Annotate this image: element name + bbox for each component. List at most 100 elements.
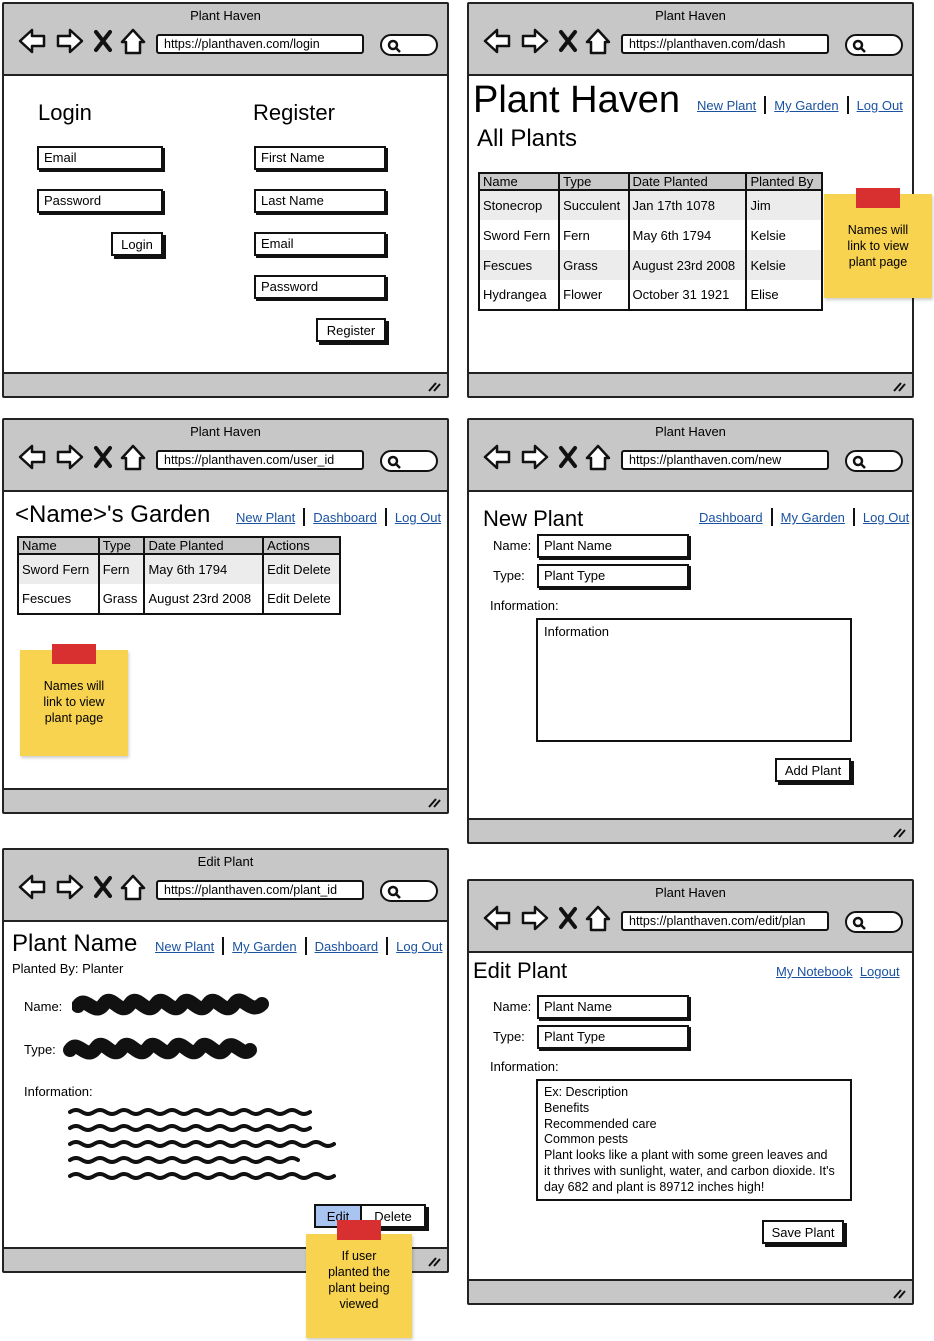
dash-nav-links: New Plant My Garden Log Out	[697, 96, 903, 114]
browser-chrome: Edit Plant https://planthaven.com/plant_…	[4, 850, 447, 922]
browser-search[interactable]	[845, 911, 903, 933]
nav-link-dashboard[interactable]: Dashboard	[315, 939, 379, 954]
plant-name-link[interactable]: Fescues	[18, 584, 100, 614]
address-bar[interactable]: https://planthaven.com/plant_id	[156, 880, 364, 900]
home-icon[interactable]	[585, 905, 611, 932]
nav-link-dashboard[interactable]: Dashboard	[699, 510, 763, 525]
nav-link-new-plant[interactable]: New Plant	[697, 98, 756, 113]
address-bar[interactable]: https://planthaven.com/dash	[621, 34, 829, 54]
plant-name-input[interactable]: Plant Name	[537, 995, 689, 1019]
column-header: Date Planted	[628, 173, 748, 191]
plant-name-link[interactable]: Hydrangea	[479, 280, 561, 310]
nav-link-log-out[interactable]: Log Out	[396, 939, 442, 954]
forward-arrow-icon[interactable]	[56, 874, 84, 900]
section-title: All Plants	[477, 125, 578, 152]
nav-link-my-garden[interactable]: My Garden	[774, 98, 838, 113]
register-password-input[interactable]: Password	[254, 275, 386, 299]
back-arrow-icon[interactable]	[483, 905, 511, 931]
plant-name-input[interactable]: Plant Name	[537, 534, 689, 558]
search-icon	[387, 885, 401, 899]
plant-name-link[interactable]: Fescues	[479, 250, 561, 280]
nav-link-my-notebook[interactable]: My Notebook	[776, 964, 853, 979]
plant-type-input[interactable]: Plant Type	[537, 564, 689, 588]
browser-search[interactable]	[845, 450, 903, 472]
plant-name-link[interactable]: Sword Fern	[479, 220, 561, 250]
forward-arrow-icon[interactable]	[56, 28, 84, 54]
home-icon[interactable]	[585, 28, 611, 55]
row-actions[interactable]: Edit Delete	[263, 584, 341, 614]
nav-link-log-out[interactable]: Log Out	[395, 510, 441, 525]
home-icon[interactable]	[120, 28, 146, 55]
login-password-input[interactable]: Password	[37, 189, 163, 213]
stop-icon[interactable]	[559, 907, 577, 929]
browser-search[interactable]	[380, 880, 438, 902]
last-name-input[interactable]: Last Name	[254, 189, 386, 213]
back-arrow-icon[interactable]	[483, 444, 511, 470]
register-button[interactable]: Register	[316, 318, 386, 342]
browser-search[interactable]	[380, 34, 438, 56]
home-icon[interactable]	[120, 874, 146, 901]
planted-by-text: Planted By: Planter	[12, 961, 124, 976]
add-plant-button[interactable]: Add Plant	[775, 758, 851, 782]
stop-icon[interactable]	[94, 446, 112, 468]
register-heading: Register	[253, 100, 335, 125]
address-bar[interactable]: https://planthaven.com/login	[156, 34, 364, 54]
information-textarea[interactable]: Ex: Description Benefits Recommended car…	[536, 1079, 852, 1201]
forward-arrow-icon[interactable]	[521, 444, 549, 470]
back-arrow-icon[interactable]	[18, 28, 46, 54]
nav-link-dashboard[interactable]: Dashboard	[313, 510, 377, 525]
home-icon[interactable]	[120, 444, 146, 471]
nav-separator	[304, 937, 307, 955]
table-cell: Elise	[746, 280, 823, 310]
back-arrow-icon[interactable]	[483, 28, 511, 54]
nav-separator	[770, 508, 773, 526]
address-bar[interactable]: https://planthaven.com/edit/plan	[621, 911, 829, 931]
information-line: Plant looks like a plant with some green…	[544, 1148, 828, 1163]
window-title: Edit Plant	[197, 854, 254, 869]
save-plant-button[interactable]: Save Plant	[762, 1220, 844, 1244]
address-bar[interactable]: https://planthaven.com/user_id	[156, 450, 364, 470]
nav-link-my-garden[interactable]: My Garden	[232, 939, 296, 954]
view-plant-nav-links: New Plant My Garden Dashboard Log Out	[155, 937, 442, 955]
nav-link-new-plant[interactable]: New Plant	[155, 939, 214, 954]
login-button[interactable]: Login	[111, 232, 163, 256]
nav-link-my-garden[interactable]: My Garden	[781, 510, 845, 525]
register-email-input[interactable]: Email	[254, 232, 386, 256]
column-header: Type	[98, 537, 146, 555]
login-email-input[interactable]: Email	[37, 146, 163, 170]
stop-icon[interactable]	[559, 446, 577, 468]
browser-nav-icons	[18, 872, 150, 902]
window-title: Plant Haven	[655, 424, 726, 439]
nav-link-log-out[interactable]: Log Out	[863, 510, 909, 525]
back-arrow-icon[interactable]	[18, 874, 46, 900]
back-arrow-icon[interactable]	[18, 444, 46, 470]
nav-separator	[852, 508, 855, 526]
nav-link-log-out[interactable]: Log Out	[857, 98, 903, 113]
plant-name-link[interactable]: Sword Fern	[18, 554, 100, 584]
browser-search[interactable]	[380, 450, 438, 472]
forward-arrow-icon[interactable]	[521, 28, 549, 54]
table-cell: Grass	[98, 584, 146, 614]
stop-icon[interactable]	[94, 30, 112, 52]
nav-link-new-plant[interactable]: New Plant	[236, 510, 295, 525]
plant-name-link[interactable]: Stonecrop	[479, 190, 561, 220]
table-cell: Fern	[98, 554, 146, 584]
stop-icon[interactable]	[94, 876, 112, 898]
sticky-note-line: viewed	[339, 1297, 379, 1311]
first-name-input[interactable]: First Name	[254, 146, 386, 170]
browser-search[interactable]	[845, 34, 903, 56]
table-row: Sword Fern Fern May 6th 1794 Kelsie	[479, 220, 823, 250]
information-line: Benefits	[544, 1100, 590, 1115]
view-plant-window: Edit Plant https://planthaven.com/plant_…	[2, 848, 449, 1273]
forward-arrow-icon[interactable]	[56, 444, 84, 470]
window-title: Plant Haven	[655, 885, 726, 900]
stop-icon[interactable]	[559, 30, 577, 52]
row-actions[interactable]: Edit Delete	[263, 554, 341, 584]
forward-arrow-icon[interactable]	[521, 905, 549, 931]
information-textarea[interactable]: Information	[536, 618, 852, 742]
nav-link-logout[interactable]: Logout	[860, 964, 900, 979]
plant-type-input[interactable]: Plant Type	[537, 1025, 689, 1049]
nav-separator	[386, 937, 389, 955]
address-bar[interactable]: https://planthaven.com/new	[621, 450, 829, 470]
home-icon[interactable]	[585, 444, 611, 471]
